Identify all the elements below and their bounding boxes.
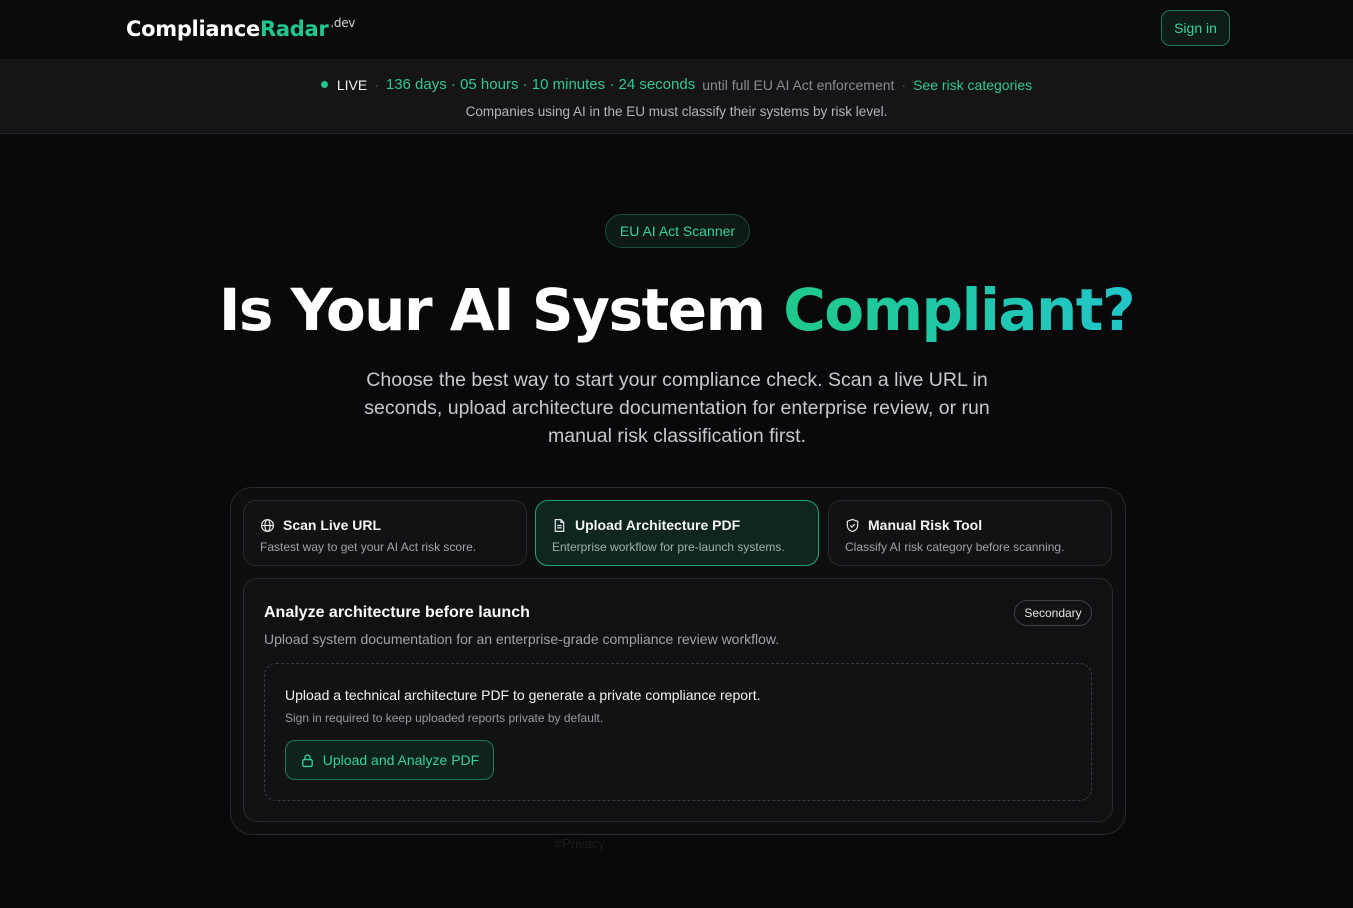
dropzone-instruction: Upload a technical architecture PDF to g… <box>285 687 761 703</box>
logo-text-main: Compliance <box>126 17 260 41</box>
risk-categories-link[interactable]: See risk categories <box>913 77 1032 93</box>
headline-accent: Compliant? <box>783 276 1135 344</box>
document-icon <box>554 518 565 532</box>
upload-card: Analyze architecture before launch Uploa… <box>243 578 1113 822</box>
separator: · <box>374 76 379 93</box>
separator: · <box>901 76 907 93</box>
logo-suffix: .dev <box>330 16 356 30</box>
tab-title-row: Upload Architecture PDF <box>552 517 740 533</box>
tab-description: Fastest way to get your AI Act risk scor… <box>260 540 477 554</box>
tab-upload-architecture-pdf[interactable]: Upload Architecture PDF Enterprise workf… <box>535 500 819 566</box>
lock-icon <box>301 753 313 767</box>
shield-icon <box>846 518 859 532</box>
dropzone-note: Sign in required to keep uploaded report… <box>285 711 604 725</box>
faded-privacy-text: #Privacy <box>555 836 605 851</box>
secondary-badge: Secondary <box>1014 600 1092 626</box>
upload-button-label: Upload and Analyze PDF <box>322 752 480 768</box>
tab-title-row: Manual Risk Tool <box>845 517 982 533</box>
top-nav: ComplianceRadar .dev Sign in <box>0 0 1353 60</box>
countdown-banner: LIVE · 136 days · 05 hours · 10 minutes … <box>0 60 1353 134</box>
live-indicator-icon <box>320 81 328 88</box>
banner-subtext: Companies using AI in the EU must classi… <box>465 104 888 119</box>
scanner-badge: EU AI Act Scanner <box>605 214 750 248</box>
tab-description: Enterprise workflow for pre-launch syste… <box>552 540 785 554</box>
logo-text-accent: Radar <box>259 17 329 41</box>
tab-title: Upload Architecture PDF <box>575 517 741 533</box>
countdown-timer: 136 days · 05 hours · 10 minutes · 24 se… <box>385 76 696 93</box>
tab-manual-risk-tool[interactable]: Manual Risk Tool Classify AI risk catego… <box>828 500 1112 566</box>
countdown-row: LIVE · 136 days · 05 hours · 10 minutes … <box>0 76 1353 93</box>
hero-subtitle: Choose the best way to start your compli… <box>364 369 990 447</box>
card-title: Analyze architecture before launch <box>264 604 530 621</box>
pdf-dropzone[interactable]: Upload a technical architecture PDF to g… <box>264 663 1092 801</box>
tab-scan-live-url[interactable]: Scan Live URL Fastest way to get your AI… <box>243 500 527 566</box>
logo[interactable]: ComplianceRadar .dev <box>126 16 356 41</box>
live-label: LIVE <box>336 76 368 93</box>
page-title: Is Your AI System Compliant? <box>0 276 1353 344</box>
tab-title: Scan Live URL <box>283 517 382 533</box>
globe-icon <box>260 518 275 532</box>
tab-description: Classify AI risk category before scannin… <box>845 540 1065 554</box>
sign-in-button[interactable]: Sign in <box>1161 10 1230 46</box>
headline-main: Is Your AI System <box>218 276 784 344</box>
tab-title-row: Scan Live URL <box>260 517 381 533</box>
upload-analyze-button[interactable]: Upload and Analyze PDF <box>285 740 494 780</box>
card-subtitle: Upload system documentation for an enter… <box>264 631 780 647</box>
enforcement-text: until full EU AI Act enforcement <box>702 76 895 93</box>
tab-title: Manual Risk Tool <box>868 517 983 533</box>
